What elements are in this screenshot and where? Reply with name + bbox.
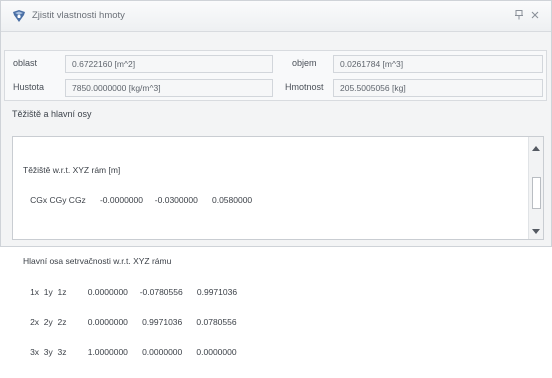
scroll-down-icon[interactable] [532,227,540,234]
window-title: Zjistit vlastnosti hmoty [32,10,125,21]
pin-icon[interactable] [513,9,525,21]
mass-label: Hmotnost [285,82,324,92]
results-textarea[interactable]: Těžiště w.r.t. XYZ rám [m] CGx CGy CGz -… [12,136,544,357]
mass-properties-icon [12,9,26,23]
density-label: Hustota [13,82,45,92]
title-bar: Zjistit vlastnosti hmoty [1,1,551,32]
results-line: CGx CGy CGz -0.0000000 -0.0300000 0.0580… [23,195,253,206]
mass-field[interactable]: 205.5005056 [kg] [333,79,543,97]
results-line: Těžiště w.r.t. XYZ rám [m] [23,165,121,175]
area-label: oblast [13,58,38,68]
results-text: Těžiště w.r.t. XYZ rám [m] CGx CGy CGz -… [23,145,252,378]
volume-field[interactable]: 0.0261784 [m^3] [333,55,543,73]
centroid-section-header: Těžiště a hlavní osy [12,109,92,119]
results-line [23,226,252,236]
scroll-up-icon[interactable] [532,143,540,151]
mass-properties-panel: Zjistit vlastnosti hmoty oblast 0.672216… [0,0,552,357]
area-field[interactable]: 0.6722160 [m^2] [65,55,273,73]
results-line: Hlavní osa setrvačnosti w.r.t. XYZ rámu [23,256,172,267]
properties-group: oblast 0.6722160 [m^2] objem 0.0261784 [… [4,50,547,101]
density-field[interactable]: 7850.0000000 [kg/m^3] [65,79,273,97]
results-line: 1x 1y 1z 0.0000000 -0.0780556 0.9971036 [23,286,238,297]
volume-label: objem [292,58,317,68]
results-line: 3x 3y 3z 1.0000000 0.0000000 0.0000000 [23,347,237,358]
scrollbar-thumb[interactable] [532,177,541,209]
results-line: 2x 2y 2z 0.0000000 0.9971036 0.0780556 [23,316,237,327]
vertical-scrollbar[interactable] [528,137,543,239]
close-icon[interactable] [529,9,541,21]
